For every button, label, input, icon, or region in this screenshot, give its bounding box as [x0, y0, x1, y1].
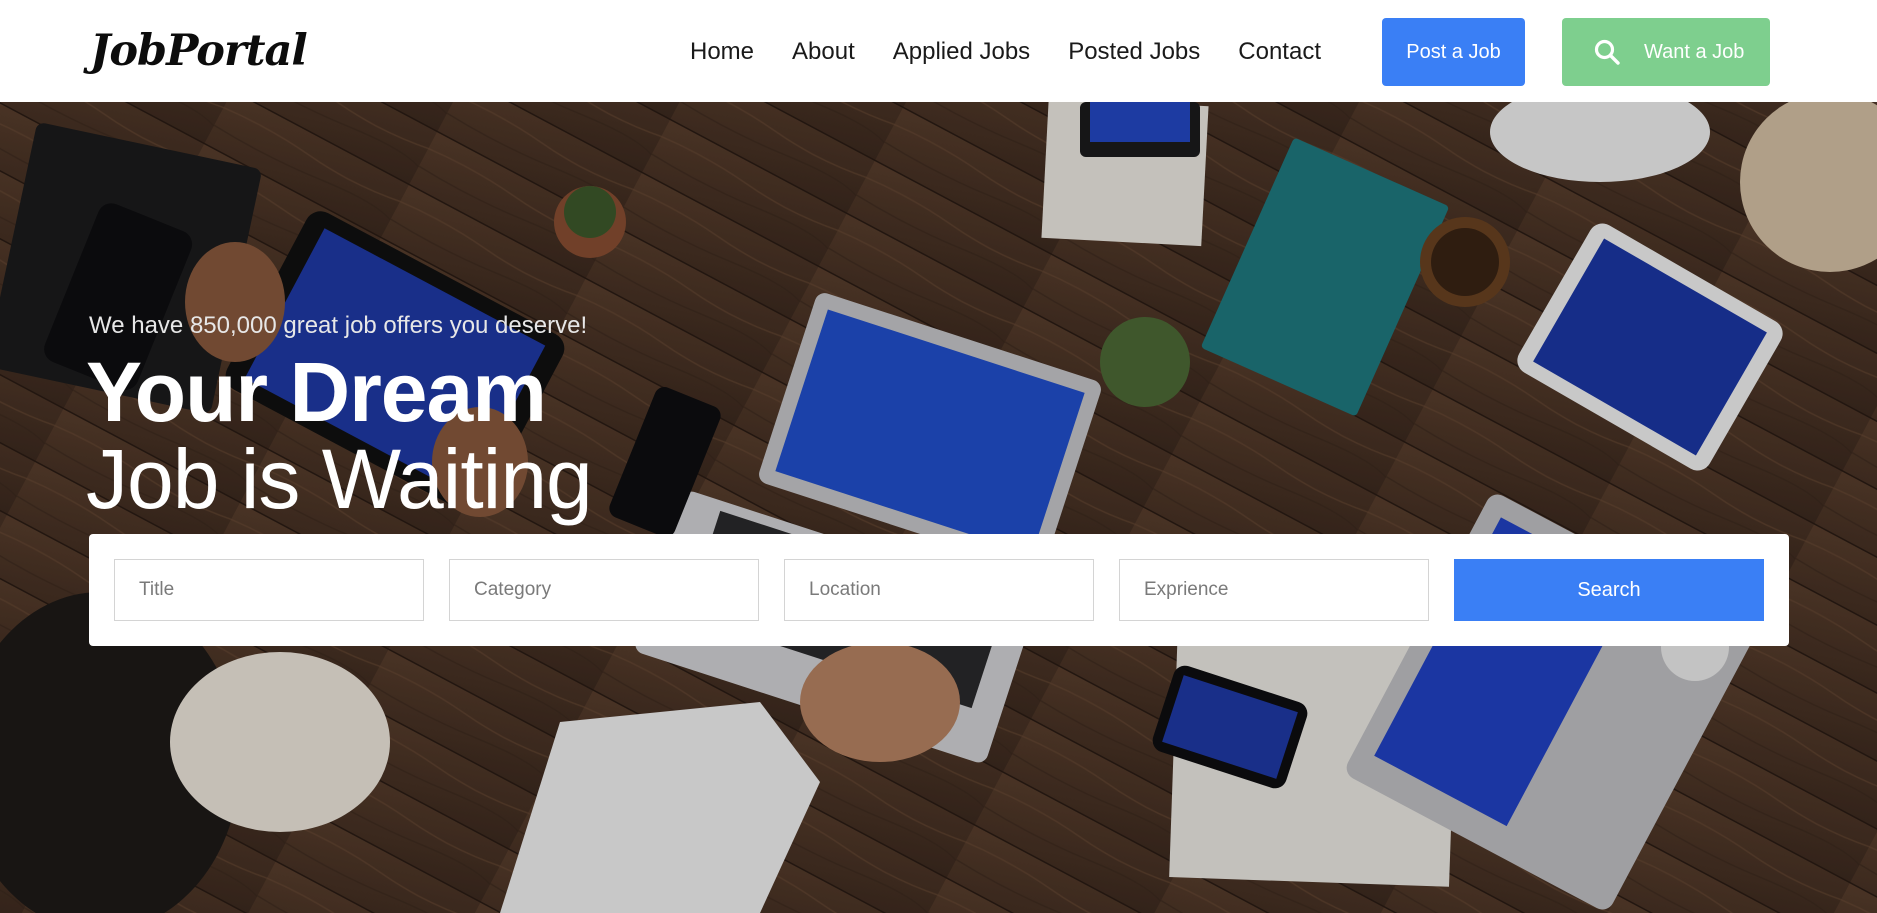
experience-input[interactable]	[1119, 559, 1429, 621]
site-logo[interactable]: JobPortal	[90, 22, 308, 80]
hero-section: We have 850,000 great job offers you des…	[0, 102, 1877, 913]
search-icon	[1594, 39, 1620, 65]
nav-item-home[interactable]: Home	[690, 38, 754, 66]
search-button-label: Search	[1577, 578, 1641, 601]
nav-item-applied-jobs[interactable]: Applied Jobs	[893, 38, 1030, 66]
nav-item-about[interactable]: About	[792, 38, 855, 66]
title-input[interactable]	[114, 559, 424, 621]
nav-item-posted-jobs[interactable]: Posted Jobs	[1068, 38, 1200, 66]
nav-item-contact[interactable]: Contact	[1238, 38, 1321, 66]
want-job-button-label: Want a Job	[1644, 40, 1745, 63]
want-job-button[interactable]: Want a Job	[1562, 18, 1770, 86]
site-header: JobPortal Home About Applied Jobs Posted…	[0, 0, 1877, 102]
hero-headline-bold: Your Dream	[86, 345, 547, 439]
category-input[interactable]	[449, 559, 759, 621]
location-input[interactable]	[784, 559, 1094, 621]
hero-tagline: We have 850,000 great job offers you des…	[89, 312, 588, 339]
main-nav: Home About Applied Jobs Posted Jobs Cont…	[690, 30, 1359, 74]
hero-headline-light: Job is Waiting	[86, 432, 593, 526]
job-search-panel: Search	[89, 534, 1789, 646]
post-job-button-label: Post a Job	[1406, 40, 1501, 63]
search-button[interactable]: Search	[1454, 559, 1764, 621]
post-job-button[interactable]: Post a Job	[1382, 18, 1525, 86]
